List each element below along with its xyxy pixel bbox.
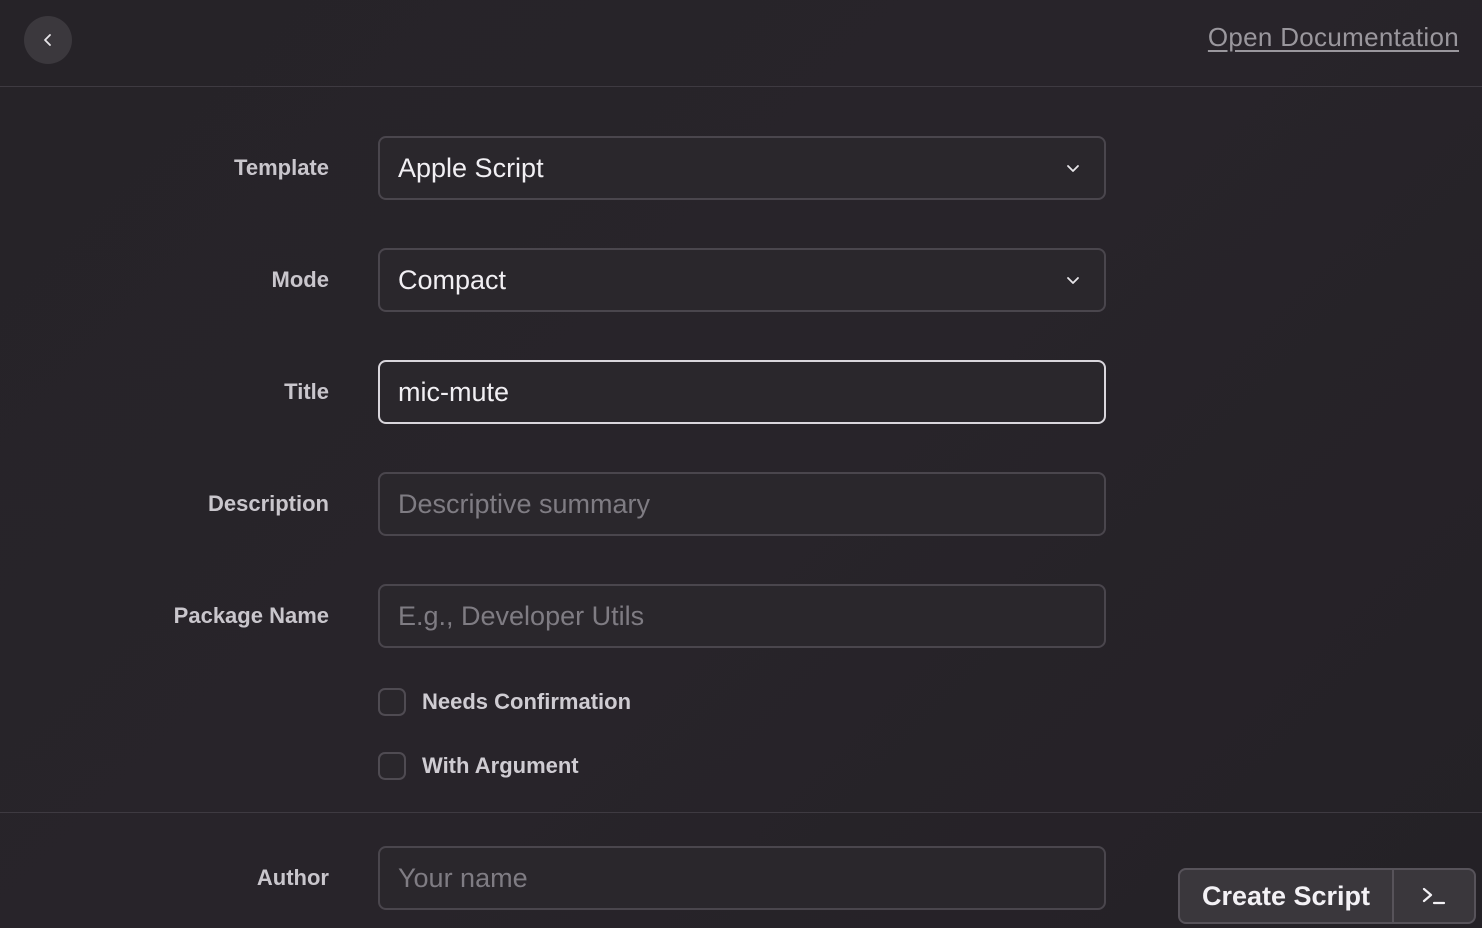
template-value: Apple Script bbox=[398, 152, 544, 183]
section-divider bbox=[0, 812, 1482, 813]
template-select[interactable]: Apple Script bbox=[378, 136, 1106, 200]
needs-confirmation-option[interactable]: Needs Confirmation bbox=[378, 688, 631, 716]
chevron-left-icon bbox=[44, 34, 51, 46]
author-input[interactable]: Your name bbox=[378, 846, 1106, 910]
author-placeholder: Your name bbox=[398, 862, 528, 893]
author-label: Author bbox=[256, 865, 329, 890]
description-label: Description bbox=[207, 491, 329, 516]
create-script-window: Open Documentation Template Apple Script… bbox=[0, 0, 1482, 928]
create-script-button-group: Create Script bbox=[1178, 868, 1476, 924]
top-bar: Open Documentation bbox=[0, 0, 1482, 87]
title-label: Title bbox=[284, 379, 329, 404]
terminal-icon bbox=[1422, 887, 1446, 905]
needs-confirmation-checkbox[interactable] bbox=[378, 688, 406, 716]
package-name-label: Package Name bbox=[173, 603, 329, 628]
with-argument-checkbox[interactable] bbox=[378, 752, 406, 780]
title-input[interactable]: mic-mute bbox=[378, 360, 1106, 424]
chevron-down-icon bbox=[1067, 277, 1079, 284]
back-button[interactable] bbox=[24, 16, 72, 64]
open-documentation-link[interactable]: Open Documentation bbox=[1208, 22, 1459, 53]
with-argument-label: With Argument bbox=[422, 753, 579, 778]
package-name-input[interactable]: E.g., Developer Utils bbox=[378, 584, 1106, 648]
description-input[interactable]: Descriptive summary bbox=[378, 472, 1106, 536]
title-value: mic-mute bbox=[398, 376, 510, 407]
needs-confirmation-label: Needs Confirmation bbox=[422, 689, 632, 714]
mode-label: Mode bbox=[271, 267, 329, 292]
template-label: Template bbox=[234, 155, 329, 180]
mode-select[interactable]: Compact bbox=[378, 248, 1106, 312]
mode-value: Compact bbox=[398, 264, 507, 295]
description-placeholder: Descriptive summary bbox=[398, 488, 651, 519]
with-argument-option[interactable]: With Argument bbox=[378, 752, 579, 780]
create-script-button[interactable]: Create Script bbox=[1180, 870, 1394, 922]
run-in-terminal-button[interactable] bbox=[1394, 870, 1474, 922]
chevron-down-icon bbox=[1067, 165, 1079, 172]
package-name-placeholder: E.g., Developer Utils bbox=[398, 600, 645, 631]
